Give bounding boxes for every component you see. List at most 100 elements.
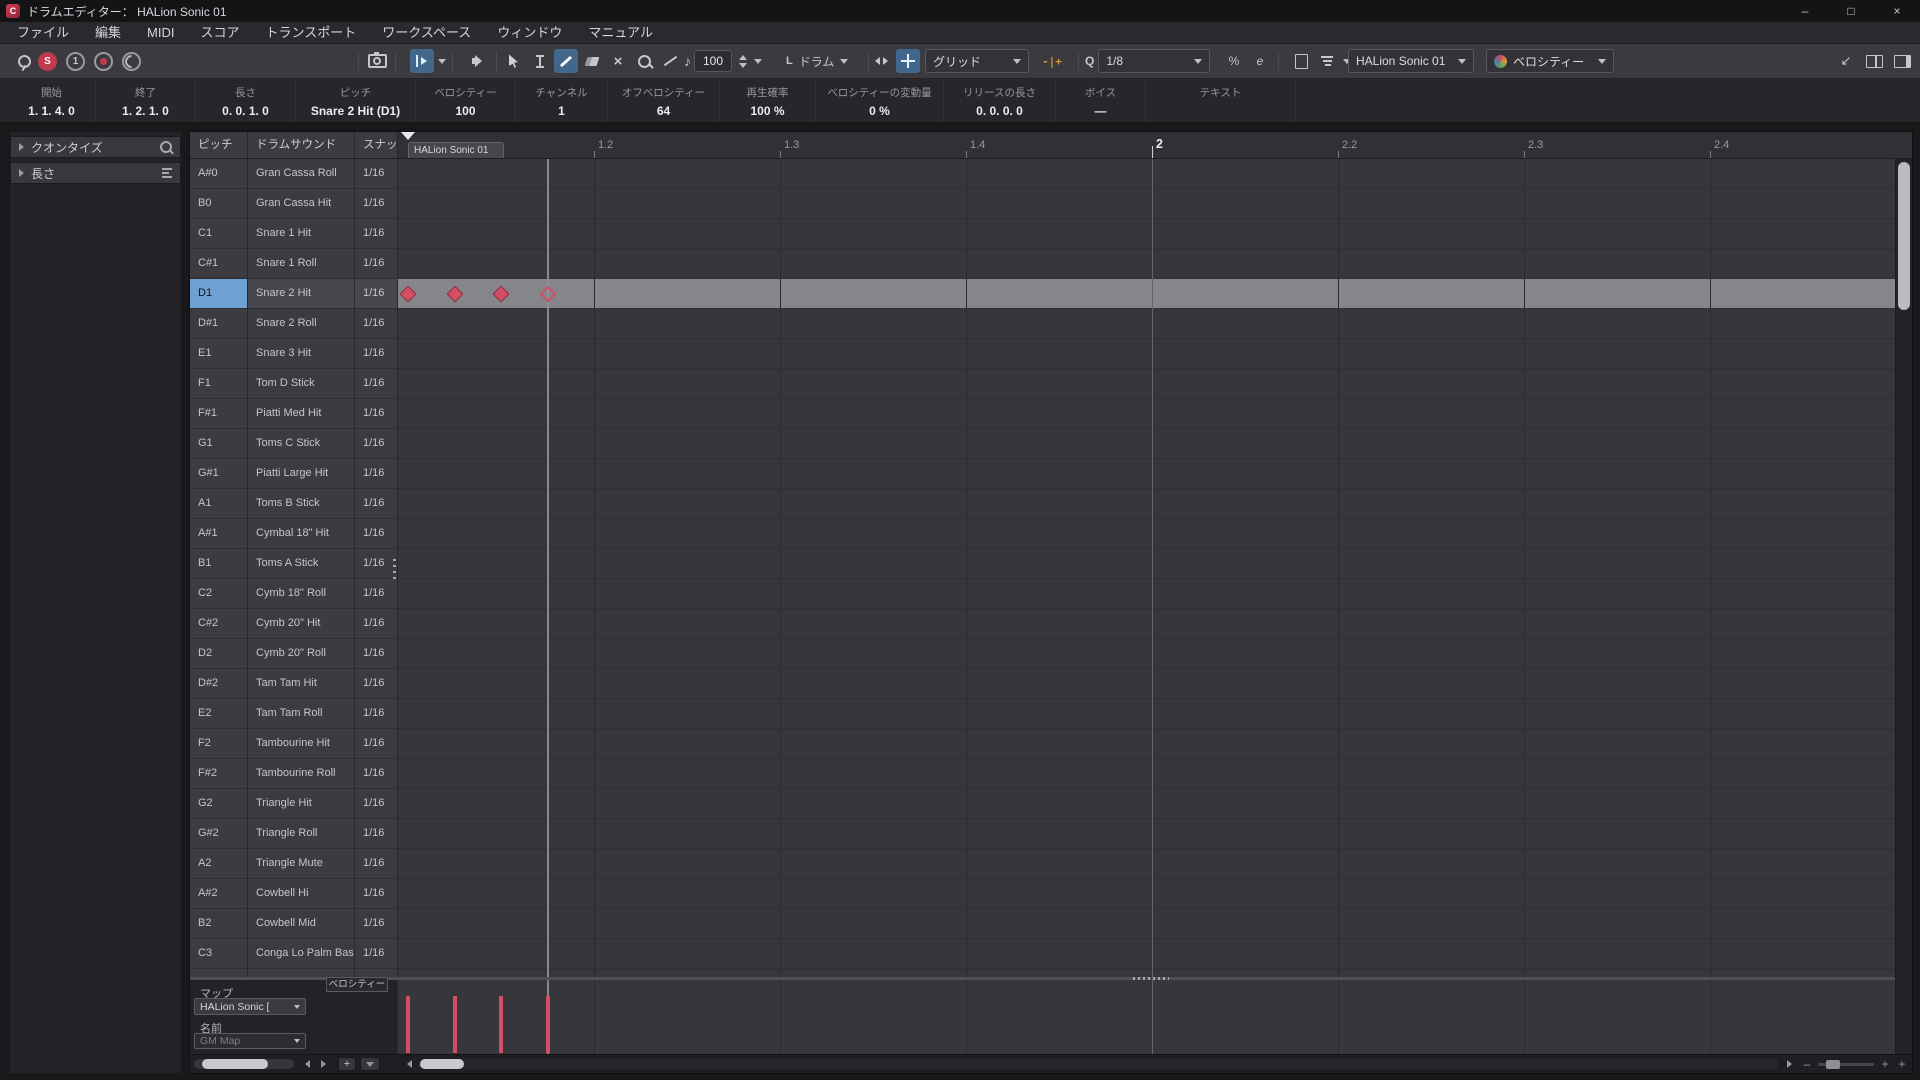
row-pitch[interactable]: G2 <box>190 789 248 819</box>
hzoom-thumb[interactable] <box>1826 1060 1840 1069</box>
auto-scroll-button[interactable] <box>410 49 434 73</box>
menu-item[interactable]: MIDI <box>134 22 187 43</box>
row-name[interactable]: Cowbell Mid <box>248 909 355 939</box>
step-input-button[interactable] <box>122 52 141 71</box>
insert-velocity-field[interactable]: 100 <box>694 50 732 72</box>
part-name-tab[interactable]: HALion Sonic 01 <box>408 142 504 158</box>
row-name[interactable]: Triangle Hit <box>248 789 355 819</box>
solo-editor-button[interactable]: S <box>38 52 57 71</box>
row-grid[interactable] <box>398 459 1895 489</box>
velocity-bar[interactable] <box>499 996 503 1053</box>
row-snap[interactable]: 1/16 <box>355 909 398 939</box>
grid-type-combo[interactable]: グリッド <box>925 49 1029 73</box>
hzoom-in-button[interactable]: + <box>1878 1057 1892 1071</box>
velocity-stepper[interactable] <box>739 55 747 68</box>
row-grid[interactable] <box>398 249 1895 279</box>
info-field[interactable]: ボイス— <box>1056 79 1146 122</box>
row-snap[interactable]: 1/16 <box>355 789 398 819</box>
row-pitch[interactable]: A2 <box>190 849 248 879</box>
row-snap[interactable]: 1/16 <box>355 699 398 729</box>
quantize-preset-combo[interactable]: 1/8 <box>1098 49 1210 73</box>
row-snap[interactable]: 1/16 <box>355 609 398 639</box>
menu-item[interactable]: トランスポート <box>253 22 370 43</box>
row-pitch[interactable]: D1 <box>190 279 248 309</box>
row-pitch[interactable]: A#1 <box>190 519 248 549</box>
row-grid[interactable] <box>398 969 1895 977</box>
auto-scroll-dropdown[interactable] <box>438 59 446 64</box>
row-grid[interactable] <box>398 399 1895 429</box>
row-snap[interactable]: 1/16 <box>355 279 398 309</box>
row-pitch[interactable]: A#0 <box>190 159 248 189</box>
row-grid[interactable] <box>398 279 1895 309</box>
row-name[interactable] <box>248 969 355 977</box>
maximize-button[interactable]: □ <box>1828 0 1874 22</box>
vertical-scrollbar[interactable] <box>1895 159 1912 1054</box>
open-in-window-button[interactable]: ↙ <box>1836 49 1856 73</box>
lane-display-button[interactable] <box>1317 49 1337 73</box>
menu-item[interactable]: ワークスペース <box>369 22 484 43</box>
velocity-lane-grid[interactable] <box>398 980 1895 1054</box>
row-grid[interactable] <box>398 879 1895 909</box>
row-pitch[interactable]: D2 <box>190 639 248 669</box>
row-pitch[interactable]: C3 <box>190 939 248 969</box>
row-pitch[interactable]: F1 <box>190 369 248 399</box>
info-field[interactable]: 長さ0. 0. 1. 0 <box>196 79 296 122</box>
drum-map-combo[interactable]: HALion Sonic [ <box>194 998 306 1015</box>
page-view-button[interactable] <box>1291 49 1311 73</box>
row-snap[interactable]: 1/16 <box>355 429 398 459</box>
row-pitch[interactable]: C1 <box>190 219 248 249</box>
row-grid[interactable] <box>398 939 1895 969</box>
row-snap[interactable]: 1/16 <box>355 459 398 489</box>
row-name[interactable]: Snare 1 Roll <box>248 249 355 279</box>
drum-grid-area[interactable]: A#0Gran Cassa Roll1/16B0Gran Cassa Hit1/… <box>190 159 1895 977</box>
row-name[interactable]: Snare 1 Hit <box>248 219 355 249</box>
row-name[interactable]: Tam Tam Hit <box>248 669 355 699</box>
row-name[interactable]: Gran Cassa Hit <box>248 189 355 219</box>
window-layout-button[interactable] <box>1864 49 1884 73</box>
row-snap[interactable]: 1/16 <box>355 249 398 279</box>
row-snap[interactable]: 1/16 <box>355 369 398 399</box>
setup-toolbar-button[interactable] <box>1892 49 1912 73</box>
row-pitch[interactable]: B2 <box>190 909 248 939</box>
camera-icon[interactable] <box>365 49 389 73</box>
info-field[interactable]: 再生確率100 % <box>720 79 816 122</box>
row-name[interactable]: Toms C Stick <box>248 429 355 459</box>
row-snap[interactable]: 1/16 <box>355 669 398 699</box>
row-snap[interactable]: 1/16 <box>355 399 398 429</box>
row-pitch[interactable]: B0 <box>190 189 248 219</box>
row-snap[interactable]: 1/16 <box>355 309 398 339</box>
row-name[interactable]: Tambourine Roll <box>248 759 355 789</box>
vzoom-corner-button[interactable]: + <box>1895 1057 1909 1071</box>
row-name[interactable]: Piatti Large Hit <box>248 459 355 489</box>
lane-scroll-left-button[interactable] <box>300 1058 314 1070</box>
row-pitch[interactable]: G#1 <box>190 459 248 489</box>
row-name[interactable]: Conga Lo Palm Bass <box>248 939 355 969</box>
color-scheme-label[interactable]: ドラム <box>799 53 835 70</box>
row-snap[interactable]: 1/16 <box>355 759 398 789</box>
row-pitch[interactable]: F#2 <box>190 759 248 789</box>
row-pitch[interactable]: A#2 <box>190 879 248 909</box>
row-grid[interactable] <box>398 429 1895 459</box>
header-sound[interactable]: ドラムサウンド <box>248 132 355 159</box>
row-name[interactable]: Cymb 20" Roll <box>248 639 355 669</box>
row-grid[interactable] <box>398 669 1895 699</box>
row-pitch[interactable]: C2 <box>190 579 248 609</box>
row-name[interactable]: Cymb 18" Roll <box>248 579 355 609</box>
drumstick-tool-button[interactable] <box>554 49 578 73</box>
zoom-tool-button[interactable] <box>632 49 656 73</box>
row-grid[interactable] <box>398 789 1895 819</box>
row-name[interactable]: Triangle Mute <box>248 849 355 879</box>
header-pitch[interactable]: ピッチ <box>190 132 248 159</box>
row-pitch[interactable]: C#1 <box>190 249 248 279</box>
row-name[interactable]: Tam Tam Roll <box>248 699 355 729</box>
row-grid[interactable] <box>398 219 1895 249</box>
snap-toggle-button[interactable]: -|+ <box>1040 49 1064 73</box>
row-grid[interactable] <box>398 909 1895 939</box>
row-snap[interactable]: 1/16 <box>355 159 398 189</box>
row-name[interactable]: Gran Cassa Roll <box>248 159 355 189</box>
eraser-tool-button[interactable] <box>580 49 604 73</box>
pointer-tool-button[interactable] <box>502 49 526 73</box>
row-grid[interactable] <box>398 759 1895 789</box>
hscroll-thumb[interactable] <box>420 1059 464 1069</box>
map-name-combo[interactable]: GM Map <box>194 1033 306 1049</box>
